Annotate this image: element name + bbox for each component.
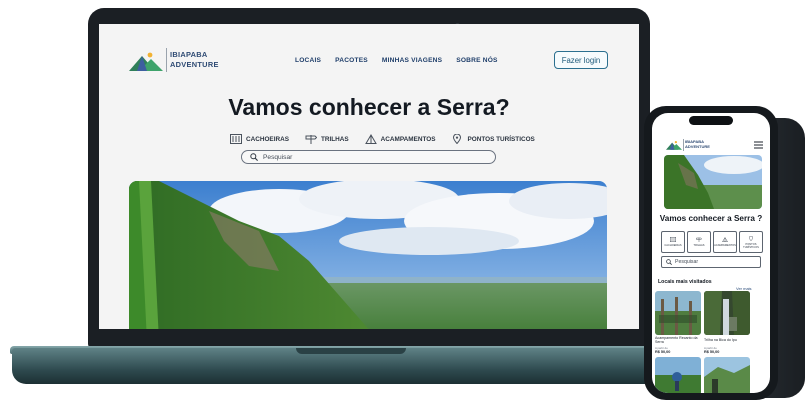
category-label: CACHOEIRAS — [664, 244, 682, 247]
category-label: CACHOEIRAS — [246, 135, 289, 143]
brand-name-line1: IBIAPABA — [170, 50, 208, 59]
mobile-search-input[interactable]: Pesquisar — [661, 256, 761, 268]
laptop-opening-notch — [296, 348, 406, 354]
place-card-image[interactable] — [704, 357, 750, 393]
brand-name[interactable]: IBIAPABA ADVENTURE — [685, 139, 710, 150]
place-card-image[interactable] — [704, 291, 750, 335]
brand-name[interactable]: IBIAPABA ADVENTURE — [170, 50, 219, 70]
category-label: PONTOS TURÍSTICOS — [743, 242, 759, 249]
mobile-category-pontos-turisticos[interactable]: PONTOS TURÍSTICOS — [739, 231, 763, 253]
signpost-icon — [305, 135, 317, 144]
mountain-logo-icon[interactable] — [666, 140, 682, 150]
nav-locais[interactable]: LOCAIS — [295, 57, 321, 64]
category-label: TRILHAS — [693, 244, 705, 247]
place-card-image[interactable] — [655, 291, 701, 335]
signpost-icon — [696, 237, 702, 242]
nav-pacotes[interactable]: PACOTES — [335, 57, 368, 64]
mobile-category-filters: CACHOEIRAS TRILHAS ACAMPAMENTOS PONTOS T… — [661, 231, 763, 253]
hamburger-menu-icon[interactable] — [754, 141, 763, 149]
map-pin-icon — [748, 235, 754, 241]
search-placeholder: Pesquisar — [675, 259, 699, 265]
site-header: IBIAPABA ADVENTURE LOCAIS PACOTES MINHAS… — [99, 24, 639, 99]
hero-title: Vamos conhecer a Serra? — [228, 94, 510, 120]
phone-dynamic-island — [689, 116, 733, 125]
place-card-price: R$ 50,00 — [655, 350, 671, 354]
category-cachoeiras[interactable]: CACHOEIRAS — [230, 134, 289, 144]
waterfall-icon — [670, 237, 676, 242]
tent-icon — [722, 237, 728, 242]
place-card-image[interactable] — [655, 357, 701, 393]
map-pin-icon — [453, 134, 462, 144]
login-button[interactable]: Fazer login — [554, 51, 608, 69]
category-filters: CACHOEIRAS TRILHAS ACAMPAMENTOS PONTOS T… — [230, 134, 535, 144]
search-icon — [250, 153, 258, 161]
nav-sobre-nos[interactable]: SOBRE NÓS — [456, 57, 497, 64]
category-trilhas[interactable]: TRILHAS — [305, 134, 349, 144]
category-label: ACAMPAMENTOS — [714, 244, 736, 247]
search-placeholder: Pesquisar — [263, 153, 293, 161]
place-card-name[interactable]: Trilha na Bica do Ipu — [704, 338, 752, 342]
mobile-category-trilhas[interactable]: TRILHAS — [687, 231, 711, 253]
brand-name-line2: ADVENTURE — [685, 144, 710, 150]
category-pontos-turisticos[interactable]: PONTOS TURÍSTICOS — [451, 134, 535, 144]
desktop-site: IBIAPABA ADVENTURE LOCAIS PACOTES MINHAS… — [99, 24, 639, 329]
nav-minhas-viagens[interactable]: MINHAS VIAGENS — [382, 57, 442, 64]
mobile-hero-title: Vamos conhecer a Serra ? — [659, 214, 763, 223]
category-label: PONTOS TURÍSTICOS — [467, 135, 535, 143]
category-label: ACAMPAMENTOS — [380, 135, 436, 143]
place-card-price: R$ 50,00 — [704, 350, 720, 354]
category-label: TRILHAS — [320, 135, 349, 143]
hero-landscape-photo — [129, 181, 607, 329]
brand-name-line2: ADVENTURE — [170, 60, 219, 69]
category-acampamentos[interactable]: ACAMPAMENTOS — [364, 134, 436, 144]
waterfall-icon — [230, 134, 242, 144]
logo-divider — [683, 139, 684, 151]
mobile-hero-photo — [664, 155, 762, 209]
mobile-category-acampamentos[interactable]: ACAMPAMENTOS — [713, 231, 737, 253]
mobile-category-cachoeiras[interactable]: CACHOEIRAS — [661, 231, 685, 253]
place-card-name[interactable]: Acampamento Recanto da Serra — [655, 336, 703, 344]
mountain-logo-icon[interactable] — [129, 51, 163, 71]
search-icon — [666, 259, 672, 265]
mobile-site: IBIAPABA ADVENTURE Vamos conhecer a Serr… — [652, 113, 770, 393]
main-nav: LOCAIS PACOTES MINHAS VIAGENS SOBRE NÓS — [295, 57, 498, 64]
logo-divider — [166, 48, 167, 72]
section-title-popular: Locais mais visitados — [658, 279, 712, 285]
search-input[interactable]: Pesquisar — [241, 150, 496, 164]
tent-icon — [364, 134, 377, 144]
